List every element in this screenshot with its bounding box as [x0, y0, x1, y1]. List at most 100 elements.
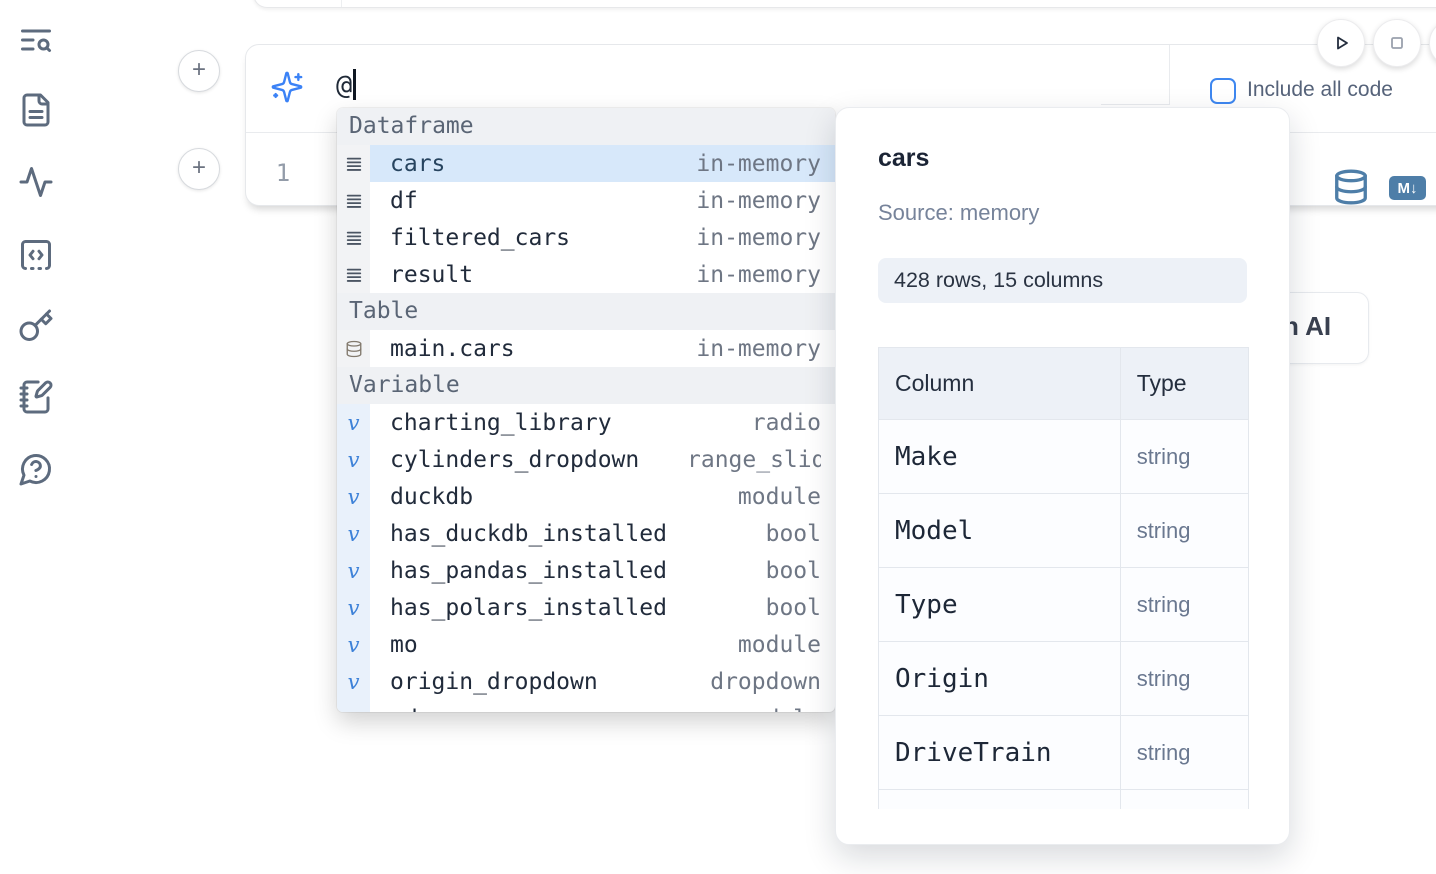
autocomplete-item[interactable]: filtered_cars in-memory	[337, 219, 835, 256]
text-caret	[353, 69, 356, 100]
key-icon[interactable]	[18, 308, 54, 344]
item-type: module	[738, 484, 821, 510]
variable-icon: v	[348, 485, 360, 509]
line-number: 1	[268, 159, 298, 187]
run-cell-button[interactable]	[1317, 19, 1365, 67]
autocomplete-item[interactable]: v origin_dropdown dropdown	[337, 663, 835, 700]
item-type: bool	[766, 595, 821, 621]
ai-prompt-value: @	[336, 70, 352, 101]
dataframe-icon	[345, 266, 363, 284]
variable-gutter: v	[337, 552, 370, 589]
item-type: in-memory	[696, 225, 821, 251]
variable-gutter: v	[337, 515, 370, 552]
autocomplete-item[interactable]: vhas_duckdb_installedbool	[337, 515, 835, 552]
autocomplete-item[interactable]: resultin-memory	[337, 256, 835, 293]
dataframe-gutter	[337, 256, 370, 293]
dataframe-gutter	[337, 182, 370, 219]
variable-gutter: v	[337, 478, 370, 515]
dataframe-icon	[345, 155, 363, 173]
variable-gutter: v	[337, 626, 370, 663]
item-name: filtered_cars	[390, 225, 570, 251]
ai-prompt-input[interactable]: @	[336, 69, 356, 101]
schema-row: Originstring	[879, 642, 1249, 716]
variable-icon: v	[348, 670, 360, 694]
help-chat-icon[interactable]	[18, 451, 54, 487]
dataframe-icon	[345, 229, 363, 247]
item-name: df	[390, 188, 418, 214]
item-type: radio	[752, 410, 821, 436]
schema-table: ColumnTypeMakestringModelstringTypestrin…	[878, 347, 1249, 809]
autocomplete-item[interactable]: cars in-memory	[337, 145, 835, 182]
schema-row: DriveTrainstring	[879, 716, 1249, 790]
autocomplete-item[interactable]: v has_polars_installed bool	[337, 589, 835, 626]
activity-icon[interactable]	[18, 164, 54, 200]
column-type: string	[1120, 716, 1248, 790]
previous-cell-divider	[341, 0, 342, 7]
column-name: Type	[879, 568, 1121, 642]
item-type: bool	[766, 521, 821, 547]
variable-gutter: v	[337, 404, 370, 441]
panel-source: Source: memory	[878, 200, 1039, 226]
code-snippet-icon[interactable]	[18, 237, 54, 273]
play-icon	[1329, 31, 1353, 55]
schema-table-wrap: ColumnTypeMakestringModelstringTypestrin…	[878, 347, 1251, 809]
stop-icon	[1385, 31, 1409, 55]
previous-cell-edge	[253, 0, 1436, 8]
document-icon[interactable]	[18, 92, 54, 128]
item-name: cylinders_dropdown	[390, 447, 639, 473]
column-name: Make	[879, 420, 1121, 494]
autocomplete-item[interactable]: vpdmodule	[337, 700, 835, 712]
autocomplete-item[interactable]: vduckdbmodule	[337, 478, 835, 515]
schema-row: Makestring	[879, 420, 1249, 494]
include-all-code-label: Include all code	[1247, 78, 1393, 102]
variable-icon: v	[348, 596, 360, 620]
autocomplete-section-header: Table	[337, 293, 835, 330]
markdown-icon[interactable]: M↓	[1389, 176, 1426, 200]
schema-header: Type	[1120, 348, 1248, 420]
table-database-icon	[345, 340, 363, 358]
variable-icon: v	[348, 559, 360, 583]
table-gutter	[337, 330, 370, 367]
sparkles-icon	[270, 70, 304, 104]
autocomplete-section-header: Dataframe	[337, 108, 835, 145]
variable-gutter: v	[337, 589, 370, 626]
column-type: string	[1120, 568, 1248, 642]
item-type: in-memory	[696, 151, 821, 177]
variable-icon: v	[348, 633, 360, 657]
scratchpad-icon[interactable]	[18, 379, 54, 415]
stop-cell-button[interactable]	[1373, 19, 1421, 67]
add-cell-above-button[interactable]: +	[178, 50, 220, 92]
autocomplete-item[interactable]: vcylinders_dropdownrange_slider	[337, 441, 835, 478]
column-type: string	[1120, 420, 1248, 494]
column-type: string	[1120, 494, 1248, 568]
variable-icon: v	[348, 707, 360, 713]
include-all-code-checkbox[interactable]	[1210, 78, 1236, 104]
panel-shape-chip: 428 rows, 15 columns	[878, 258, 1247, 303]
variable-icon: v	[348, 411, 360, 435]
item-name: main.cars	[390, 336, 515, 362]
item-name: cars	[390, 151, 445, 177]
item-type: module	[738, 632, 821, 658]
dataframe-gutter	[337, 145, 370, 182]
database-icon[interactable]	[1332, 168, 1370, 206]
schema-row-partial	[879, 790, 1249, 810]
variable-gutter: v	[337, 663, 370, 700]
autocomplete-item[interactable]: vhas_pandas_installedbool	[337, 552, 835, 589]
autocomplete-item[interactable]: vmomodule	[337, 626, 835, 663]
contents-search-icon[interactable]	[18, 22, 54, 58]
autocomplete-item[interactable]: df in-memory	[337, 182, 835, 219]
autocomplete-item[interactable]: vcharting_libraryradio	[337, 404, 835, 441]
item-type: bool	[766, 558, 821, 584]
item-type: in-memory	[696, 262, 821, 288]
item-name: origin_dropdown	[390, 669, 598, 695]
variable-gutter: v	[337, 441, 370, 478]
item-name: has_polars_installed	[390, 595, 667, 621]
item-type: dropdown	[710, 669, 821, 695]
autocomplete-item[interactable]: main.carsin-memory	[337, 330, 835, 367]
variable-icon: v	[348, 448, 360, 472]
dataframe-icon	[345, 192, 363, 210]
add-cell-below-button[interactable]: +	[178, 148, 220, 190]
item-type: in-memory	[696, 188, 821, 214]
autocomplete-popup: Dataframecarsin-memorydfin-memoryfiltere…	[337, 108, 835, 712]
dataframe-gutter	[337, 219, 370, 256]
